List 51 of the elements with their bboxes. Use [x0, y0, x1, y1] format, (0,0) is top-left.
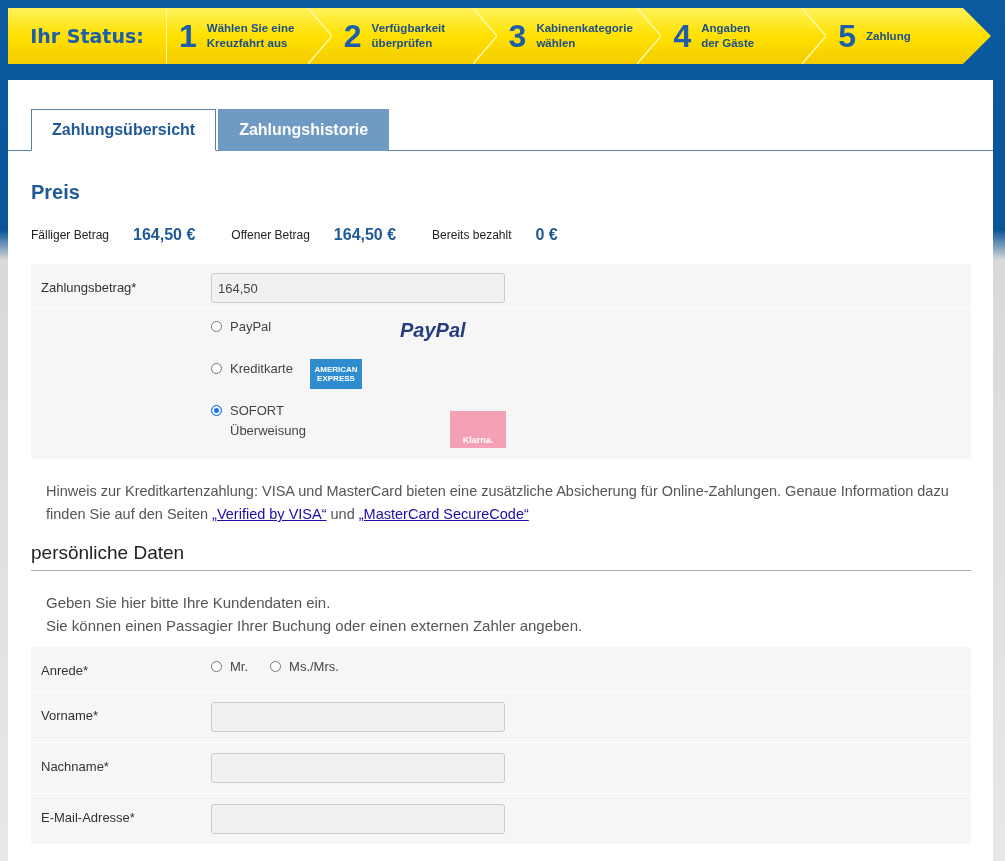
chevron-divider-icon [637, 8, 662, 64]
status-title: Ihr Status: [8, 8, 167, 64]
chevron-divider-icon [802, 8, 827, 64]
amount-label: Fälliger Betrag [31, 228, 110, 242]
section-heading: persönliche Daten [31, 542, 971, 571]
step-label: Zahlung [866, 28, 911, 44]
radio-label: SOFORT Überweisung [230, 402, 307, 440]
paypal-logo: PayPal [400, 318, 466, 342]
amount-label: Bereits bezahlt [432, 228, 512, 242]
step-label: Kabinenkategorie wählen [536, 21, 633, 51]
step-label: Angaben der Gäste [701, 21, 755, 51]
chevron-divider-icon [472, 8, 497, 64]
chevron-divider-icon [307, 8, 332, 64]
klarna-logo: Klarna. [450, 410, 506, 448]
step-number: 5 [838, 17, 856, 55]
field-label: Anrede* [41, 662, 89, 678]
step-label: Wählen Sie eine Kreuzfahrt aus [206, 21, 295, 51]
field-label: Zahlungsbetrag* [41, 279, 138, 295]
step-number: 3 [508, 17, 527, 55]
intro-text: Geben Sie hier bitte Ihre Kundendaten ein. [46, 593, 332, 613]
field-label: Nachname* [41, 758, 110, 774]
section-heading: Preis [31, 181, 81, 204]
step-number: 4 [673, 17, 692, 55]
amount-value: 164,50 € [333, 226, 397, 244]
radio-label: Mr. [230, 659, 249, 674]
amount-value: 164,50 € [133, 226, 196, 244]
radio-button[interactable] [270, 661, 282, 672]
radio-button[interactable] [211, 405, 222, 416]
radio-button[interactable] [211, 321, 222, 332]
verified-by-visa-link[interactable]: „Verified by VISA“ [212, 506, 327, 522]
mastercard-securecode-link[interactable]: „MasterCard SecureCode“ [358, 506, 529, 522]
amount-value: 0 € [535, 226, 558, 244]
field-label: E-Mail-Adresse* [41, 809, 136, 825]
amex-logo: AMERICAN EXPRESS [310, 359, 362, 389]
radio-button[interactable] [211, 661, 222, 672]
input-field[interactable] [211, 804, 505, 834]
step-number: 2 [343, 17, 362, 55]
step-label: Verfügbarkeit überprüfen [371, 21, 446, 51]
intro-text: Sie können einen Passagier Ihrer Buchung oder einen externen Zahler angeben. [46, 616, 584, 636]
input-field[interactable] [211, 702, 505, 732]
step-number: 1 [179, 17, 197, 55]
radio-label: Ms./Mrs. [289, 659, 339, 674]
radio-label: PayPal [230, 318, 273, 336]
radio-button[interactable] [211, 363, 222, 374]
amount-label: Offener Betrag [231, 228, 310, 242]
radio-label: Kreditkarte [230, 360, 294, 378]
input-field[interactable] [211, 753, 505, 783]
hint-text: Hinweis zur Kreditkartenzahlung: VISA und MasterCard bieten eine zusätzliche Absicherung für Online-Zahlungen. Genaue Information dazu finden Sie auf den Seiten „Verified by VISA“ und „MasterCard SecureCode“ [45, 482, 950, 524]
input-field[interactable]: 164,50 [211, 273, 505, 303]
tab[interactable]: Zahlungsübersicht [31, 109, 217, 151]
field-label: Vorname* [41, 707, 100, 723]
